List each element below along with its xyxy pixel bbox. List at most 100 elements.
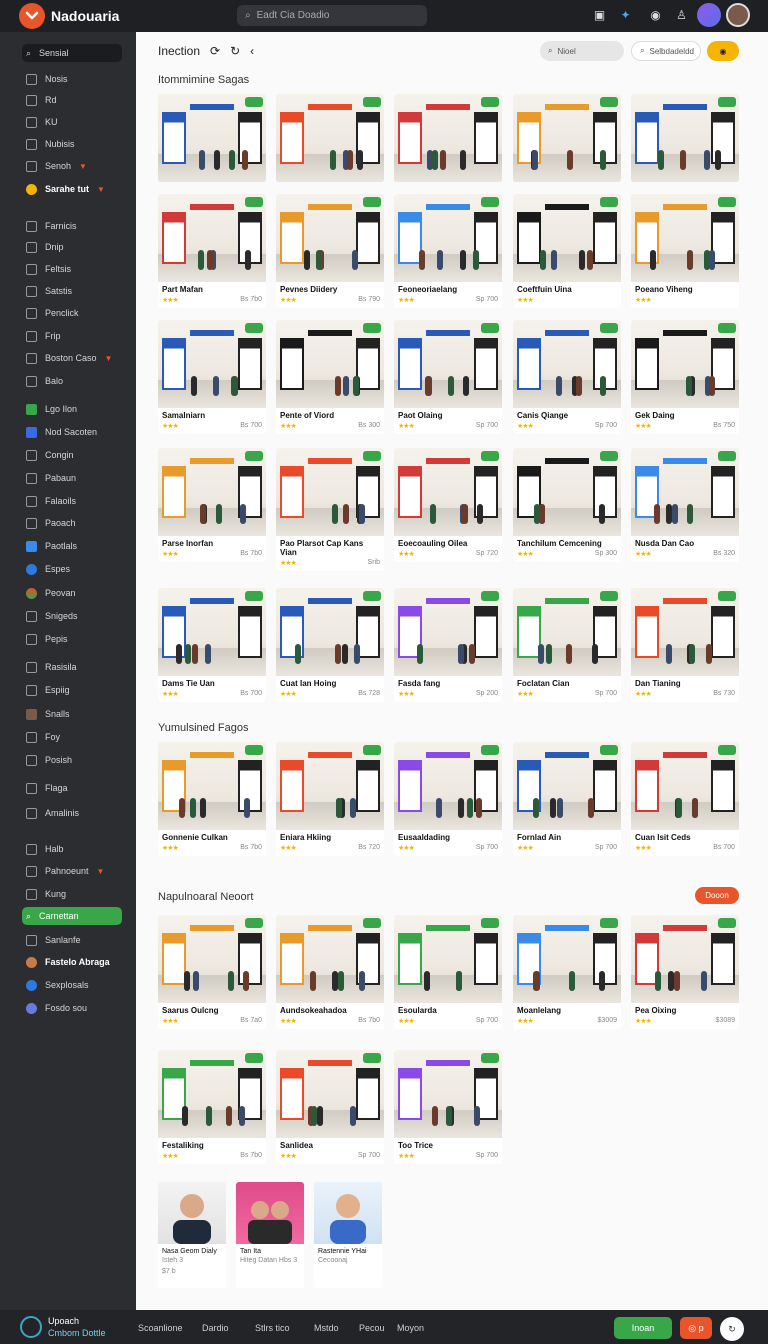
- filter-pill[interactable]: ⌕ Selbdadeldd: [631, 41, 701, 61]
- store-card[interactable]: [513, 94, 621, 182]
- sidebar-item[interactable]: Sarahe tut ▼: [22, 180, 122, 198]
- sidebar-item[interactable]: Nod Sacoten: [22, 423, 122, 441]
- sidebar-item[interactable]: Pahnoeunt ▼: [22, 862, 122, 880]
- person-card[interactable]: Rastennie YHai Cecoonaj: [314, 1182, 382, 1288]
- store-card[interactable]: Esoularda ★★★ Sp 700: [394, 915, 502, 1029]
- sidebar-item[interactable]: Penclick: [22, 304, 122, 322]
- store-card[interactable]: Eniara Hkiing ★★★ Bs 720: [276, 742, 384, 856]
- sidebar-item[interactable]: Nosis: [22, 70, 122, 88]
- store-card[interactable]: [158, 94, 266, 182]
- store-card[interactable]: Parse Inorfan ★★★ Bs 7b0: [158, 448, 266, 562]
- sidebar-item[interactable]: Balo: [22, 372, 122, 390]
- sidebar-item[interactable]: Espiig: [22, 681, 122, 699]
- sidebar-item[interactable]: Foy: [22, 728, 122, 746]
- store-card[interactable]: Coeftfuin Uina ★★★: [513, 194, 621, 308]
- store-card[interactable]: Foclatan Cian ★★★ Sp 700: [513, 588, 621, 702]
- store-card[interactable]: Paot Olaing ★★★ Sp 700: [394, 320, 502, 434]
- store-card[interactable]: Feoneoriaelang ★★★ Sp 700: [394, 194, 502, 308]
- refresh-icon[interactable]: ⟳: [210, 44, 220, 58]
- store-card[interactable]: Aundsokeahadoa ★★★ Bs 7b0: [276, 915, 384, 1029]
- store-card[interactable]: Pevnes Diidery ★★★ Bs 790: [276, 194, 384, 308]
- store-card[interactable]: Gek Daing ★★★ Bs 750: [631, 320, 739, 434]
- store-card[interactable]: Part Mafan ★★★ Bs 7b0: [158, 194, 266, 308]
- sidebar-item[interactable]: Sexplosals: [22, 976, 122, 994]
- sidebar-item[interactable]: Frip: [22, 327, 122, 345]
- sidebar-search[interactable]: ⌕ Sensial: [22, 44, 122, 62]
- assistant-avatar[interactable]: [697, 3, 721, 27]
- person-card[interactable]: Tan Ita Hiteg Datan Hbs 3: [236, 1182, 304, 1288]
- store-card[interactable]: Dan Tianing ★★★ Bs 730: [631, 588, 739, 702]
- sidebar-item[interactable]: Lgo Ilon: [22, 400, 122, 418]
- footer-link[interactable]: Moyon: [397, 1323, 424, 1333]
- footer-link[interactable]: Pecou: [359, 1323, 385, 1333]
- back-icon[interactable]: ‹: [250, 44, 254, 58]
- footer-link[interactable]: Mstdo: [314, 1323, 339, 1333]
- store-card[interactable]: Too Trice ★★★ Sp 700: [394, 1050, 502, 1164]
- help-icon[interactable]: ↻: [720, 1317, 744, 1341]
- store-card[interactable]: Dams Tie Uan ★★★ Bs 700: [158, 588, 266, 702]
- primary-button[interactable]: Inoan: [614, 1317, 672, 1339]
- bird-icon[interactable]: ✦: [618, 8, 633, 23]
- store-card[interactable]: Pao Plarsot Cap Kans Vian ★★★ Srib: [276, 448, 384, 571]
- section-action-button[interactable]: Dooon: [695, 887, 739, 904]
- sidebar-item[interactable]: Rd: [22, 91, 122, 109]
- store-card[interactable]: Canis Qiange ★★★ Sp 700: [513, 320, 621, 434]
- sidebar-item[interactable]: Peovan: [22, 584, 122, 602]
- store-card[interactable]: Cuat Ian Hoing ★★★ Bs 728: [276, 588, 384, 702]
- sidebar-item[interactable]: Kung: [22, 885, 122, 903]
- sidebar-item[interactable]: Fosdo sou: [22, 999, 122, 1017]
- store-card[interactable]: Gonnenie Culkan ★★★ Bs 7b0: [158, 742, 266, 856]
- store-card[interactable]: Poeano Viheng ★★★: [631, 194, 739, 308]
- sidebar-item[interactable]: Rasisila: [22, 658, 122, 676]
- store-card[interactable]: Moanlelang ★★★ $3009: [513, 915, 621, 1029]
- sidebar-item[interactable]: Flaga: [22, 779, 122, 797]
- person-card[interactable]: Nasa Geom Dialy Isteh 3 $7 b: [158, 1182, 226, 1288]
- store-card[interactable]: Sanlidea ★★★ Sp 700: [276, 1050, 384, 1164]
- sidebar-item[interactable]: Pepis: [22, 630, 122, 648]
- settings-pill[interactable]: ◉: [707, 41, 739, 61]
- sidebar-item[interactable]: Feltsis: [22, 260, 122, 278]
- secondary-button[interactable]: ◎ p: [680, 1317, 712, 1339]
- window-icon[interactable]: ▣: [592, 8, 607, 23]
- sidebar-item[interactable]: Falaoils: [22, 492, 122, 510]
- app-logo-icon[interactable]: [19, 3, 45, 29]
- store-card[interactable]: Fornlad Ain ★★★ Sp 700: [513, 742, 621, 856]
- store-card[interactable]: Eusaaldading ★★★ Sp 700: [394, 742, 502, 856]
- store-card[interactable]: Pea Oixing ★★★ $3089: [631, 915, 739, 1029]
- sidebar-item[interactable]: KU: [22, 113, 122, 131]
- sidebar-item[interactable]: Boston Caso ▼: [22, 349, 122, 367]
- store-card[interactable]: Cuan Isit Ceds ★★★ Bs 700: [631, 742, 739, 856]
- sidebar-item[interactable]: Snalls: [22, 705, 122, 723]
- sidebar-item[interactable]: Fastelo Abraga: [22, 953, 122, 971]
- store-card[interactable]: [631, 94, 739, 182]
- top-search-input[interactable]: ⌕ Eadt Cia Doadio: [237, 5, 427, 26]
- sidebar-item[interactable]: Satstis: [22, 282, 122, 300]
- sidebar-item[interactable]: Senoh ▼: [22, 157, 122, 175]
- sidebar-item[interactable]: Amalinis: [22, 804, 122, 822]
- store-card[interactable]: Eoecoauling Oilea ★★★ Sp 720: [394, 448, 502, 562]
- store-card[interactable]: Samalniarn ★★★ Bs 700: [158, 320, 266, 434]
- chat-icon[interactable]: ◉: [648, 8, 663, 23]
- sidebar-item[interactable]: Nubisis: [22, 135, 122, 153]
- sidebar-item[interactable]: Congin: [22, 446, 122, 464]
- store-card[interactable]: Tanchilum Cemcening ★★★ Sp 300: [513, 448, 621, 562]
- sidebar-item-active[interactable]: ⌕ Carnettan: [22, 907, 122, 925]
- sidebar-item[interactable]: Sanlanfe: [22, 931, 122, 949]
- store-card[interactable]: Festaliking ★★★ Bs 7b0: [158, 1050, 266, 1164]
- user-icon[interactable]: ♙: [674, 8, 689, 23]
- user-avatar[interactable]: [726, 3, 750, 27]
- sidebar-item[interactable]: Paotlals: [22, 537, 122, 555]
- footer-link[interactable]: Dardio: [202, 1323, 229, 1333]
- sidebar-item[interactable]: Halb: [22, 840, 122, 858]
- sync-icon[interactable]: ↻: [230, 44, 240, 58]
- sidebar-item[interactable]: Dnip: [22, 238, 122, 256]
- store-card[interactable]: [394, 94, 502, 182]
- sidebar-item[interactable]: Farnicis: [22, 217, 122, 235]
- sidebar-item[interactable]: Paoach: [22, 514, 122, 532]
- store-card[interactable]: Nusda Dan Cao ★★★ Bs 320: [631, 448, 739, 562]
- footer-link[interactable]: Scoanlione: [138, 1323, 183, 1333]
- sidebar-item[interactable]: Pabaun: [22, 469, 122, 487]
- search-pill[interactable]: ⌕ Nioel: [540, 41, 624, 61]
- store-card[interactable]: Pente of Viord ★★★ Bs 300: [276, 320, 384, 434]
- footer-link[interactable]: Stlrs tico: [255, 1323, 290, 1333]
